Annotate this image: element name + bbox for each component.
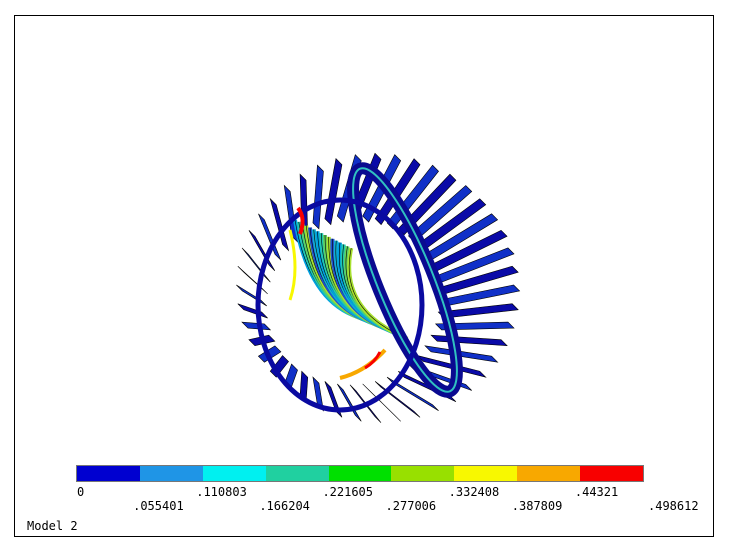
legend-swatch-5 bbox=[391, 466, 455, 481]
legend-swatch-3 bbox=[265, 466, 329, 481]
legend-tick-label: .498612 bbox=[648, 499, 699, 513]
fin-plate bbox=[430, 334, 508, 347]
legend-tick-label: .055401 bbox=[133, 499, 184, 513]
legend-tick-label: .110803 bbox=[196, 485, 247, 499]
legend-swatch-8 bbox=[580, 466, 644, 481]
fin-plate bbox=[241, 321, 272, 331]
fin-plate bbox=[374, 381, 421, 418]
legend-tick-label: .221605 bbox=[322, 485, 374, 499]
legend-tick-label: .277006 bbox=[385, 499, 437, 513]
legend-swatch-1 bbox=[139, 466, 203, 481]
legend-swatch-4 bbox=[328, 466, 392, 481]
legend-swatch-7 bbox=[517, 466, 581, 481]
model-label: Model 2 bbox=[27, 519, 78, 533]
legend-swatch-0 bbox=[77, 466, 140, 481]
contour-model-geometry bbox=[236, 152, 521, 423]
contour-legend-bar bbox=[76, 465, 644, 482]
legend-swatch-2 bbox=[202, 466, 266, 481]
legend-tick-label: 0 bbox=[77, 485, 85, 499]
legend-tick-label: .332408 bbox=[448, 485, 500, 499]
legend-swatch-6 bbox=[454, 466, 518, 481]
legend-tick-label: .44321 bbox=[574, 485, 619, 499]
fin-plate bbox=[237, 303, 268, 319]
warm-region bbox=[288, 229, 297, 301]
fin-plate bbox=[312, 164, 324, 230]
legend-tick-label: .166204 bbox=[259, 499, 310, 513]
legend-tick-label: .387809 bbox=[511, 499, 563, 513]
